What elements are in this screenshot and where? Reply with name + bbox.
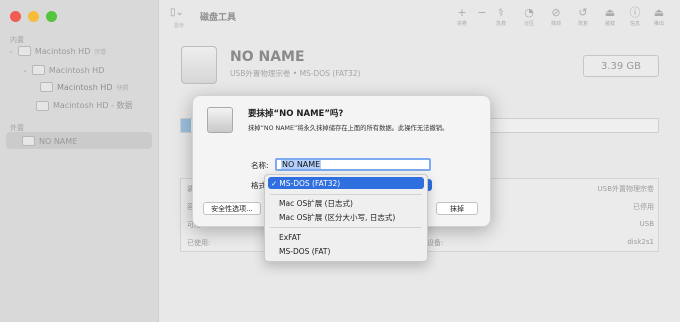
sidebar-item-sublabel: 宗卷 (94, 48, 107, 56)
sidebar-toggle-icon[interactable]: ▯⌄ (170, 7, 184, 18)
info-value: disk2s1 (627, 238, 654, 246)
eject-button[interactable]: ⏏ 推出 (645, 6, 673, 27)
sidebar-item-label: Macintosh HD (57, 82, 113, 92)
menu-item-mac-os-extended-journaled[interactable]: Mac OS扩展 (日志式) (268, 197, 424, 209)
first-aid-button[interactable]: ⚕ 急救 (487, 6, 515, 27)
zoom-button[interactable] (46, 11, 57, 22)
security-options-button[interactable]: 安全性选项... (203, 202, 261, 215)
disk-icon (17, 46, 31, 56)
restore-icon: ↺ (578, 6, 588, 19)
mount-button[interactable]: ⏏ 装载 (596, 6, 624, 27)
erase-button[interactable]: ⊘ 抹掉 (542, 6, 570, 27)
drive-icon (207, 107, 233, 133)
format-dropdown-menu: ✓ MS-DOS (FAT32) Mac OS扩展 (日志式) Mac OS扩展… (264, 174, 428, 262)
mount-icon: ⏏ (604, 6, 616, 19)
minimize-button[interactable] (28, 11, 39, 22)
sidebar-item-sublabel: 快照 (116, 84, 129, 92)
sidebar-item-macintosh-hd-container[interactable]: ⌄ Macintosh HD 宗卷 (8, 46, 106, 56)
eject-icon: ⏏ (653, 6, 665, 19)
section-internal-label: 内置 (10, 36, 24, 44)
chevron-down-icon[interactable]: ⌄ (8, 47, 14, 55)
first-aid-icon: ⚕ (498, 6, 504, 19)
volume-icon (22, 136, 35, 146)
volume-subtitle: USB外置物理宗卷 • MS-DOS (FAT32) (230, 69, 361, 78)
sidebar-item-no-name[interactable]: NO NAME (22, 136, 77, 146)
info-key: 设备: (427, 239, 444, 247)
name-input[interactable]: NO NAME (275, 158, 431, 171)
checkmark-icon: ✓ (271, 178, 278, 188)
volume-icon (31, 65, 45, 75)
window-controls (10, 11, 57, 22)
sidebar-item-macintosh-hd-snapshot[interactable]: Macintosh HD 快照 (40, 82, 129, 92)
sidebar-item-macintosh-hd-data[interactable]: Macintosh HD - 数据 (36, 100, 132, 111)
close-button[interactable] (10, 11, 21, 22)
volume-icon (40, 82, 53, 92)
volume-large-icon (181, 46, 217, 84)
erase-icon: ⊘ (551, 6, 561, 19)
sidebar: 内置 ⌄ Macintosh HD 宗卷 ⌄ Macintosh HD Maci… (0, 0, 159, 322)
info-value: USB (639, 220, 654, 228)
menu-item-ms-dos-fat32[interactable]: ✓ MS-DOS (FAT32) (268, 177, 424, 189)
view-label: 显示 (174, 23, 185, 29)
name-label: 名称: (251, 161, 269, 170)
info-key: 已使用: (187, 239, 211, 247)
window-title: 磁盘工具 (200, 13, 237, 23)
volume-icon (36, 100, 49, 111)
toolbar: ▯⌄ 显示 磁盘工具 + 宗卷 − ⚕ 急救 ◔ 分区 ⊘ 抹掉 ↺ 恢复 ⏏ … (158, 0, 680, 36)
sidebar-item-label: Macintosh HD (48, 65, 105, 75)
menu-divider (270, 194, 422, 195)
erase-confirm-button[interactable]: 抹掉 (436, 202, 478, 215)
info-value: 已停用 (633, 203, 654, 211)
sidebar-item-macintosh-hd[interactable]: ⌄ Macintosh HD (22, 65, 104, 75)
disk-utility-window: 内置 ⌄ Macintosh HD 宗卷 ⌄ Macintosh HD Maci… (0, 0, 680, 322)
info-value: USB外置物理宗卷 (597, 185, 654, 193)
menu-item-mac-os-extended-case-sensitive[interactable]: Mac OS扩展 (区分大小写, 日志式) (268, 211, 424, 223)
sidebar-item-label: Macintosh HD (34, 46, 91, 56)
dialog-message: 抹掉“NO NAME”将永久抹掉储存在上面的所有数据。此操作无法撤销。 (248, 125, 449, 132)
sidebar-item-label: NO NAME (39, 136, 78, 146)
dialog-title: 要抹掉“NO NAME”吗? (248, 109, 344, 119)
name-input-value: NO NAME (281, 160, 322, 169)
chevron-down-icon[interactable]: ⌄ (22, 66, 28, 74)
restore-button[interactable]: ↺ 恢复 (569, 6, 597, 27)
menu-item-ms-dos-fat[interactable]: MS-DOS (FAT) (268, 245, 424, 257)
partition-button[interactable]: ◔ 分区 (515, 6, 543, 27)
usage-bar-fill (181, 119, 191, 132)
menu-item-exfat[interactable]: ExFAT (268, 231, 424, 243)
volume-name: NO NAME (230, 49, 305, 65)
volume-size-badge: 3.39 GB (583, 55, 659, 77)
partition-icon: ◔ (524, 6, 534, 19)
menu-divider (270, 227, 422, 228)
sidebar-item-label: Macintosh HD - 数据 (53, 101, 133, 110)
